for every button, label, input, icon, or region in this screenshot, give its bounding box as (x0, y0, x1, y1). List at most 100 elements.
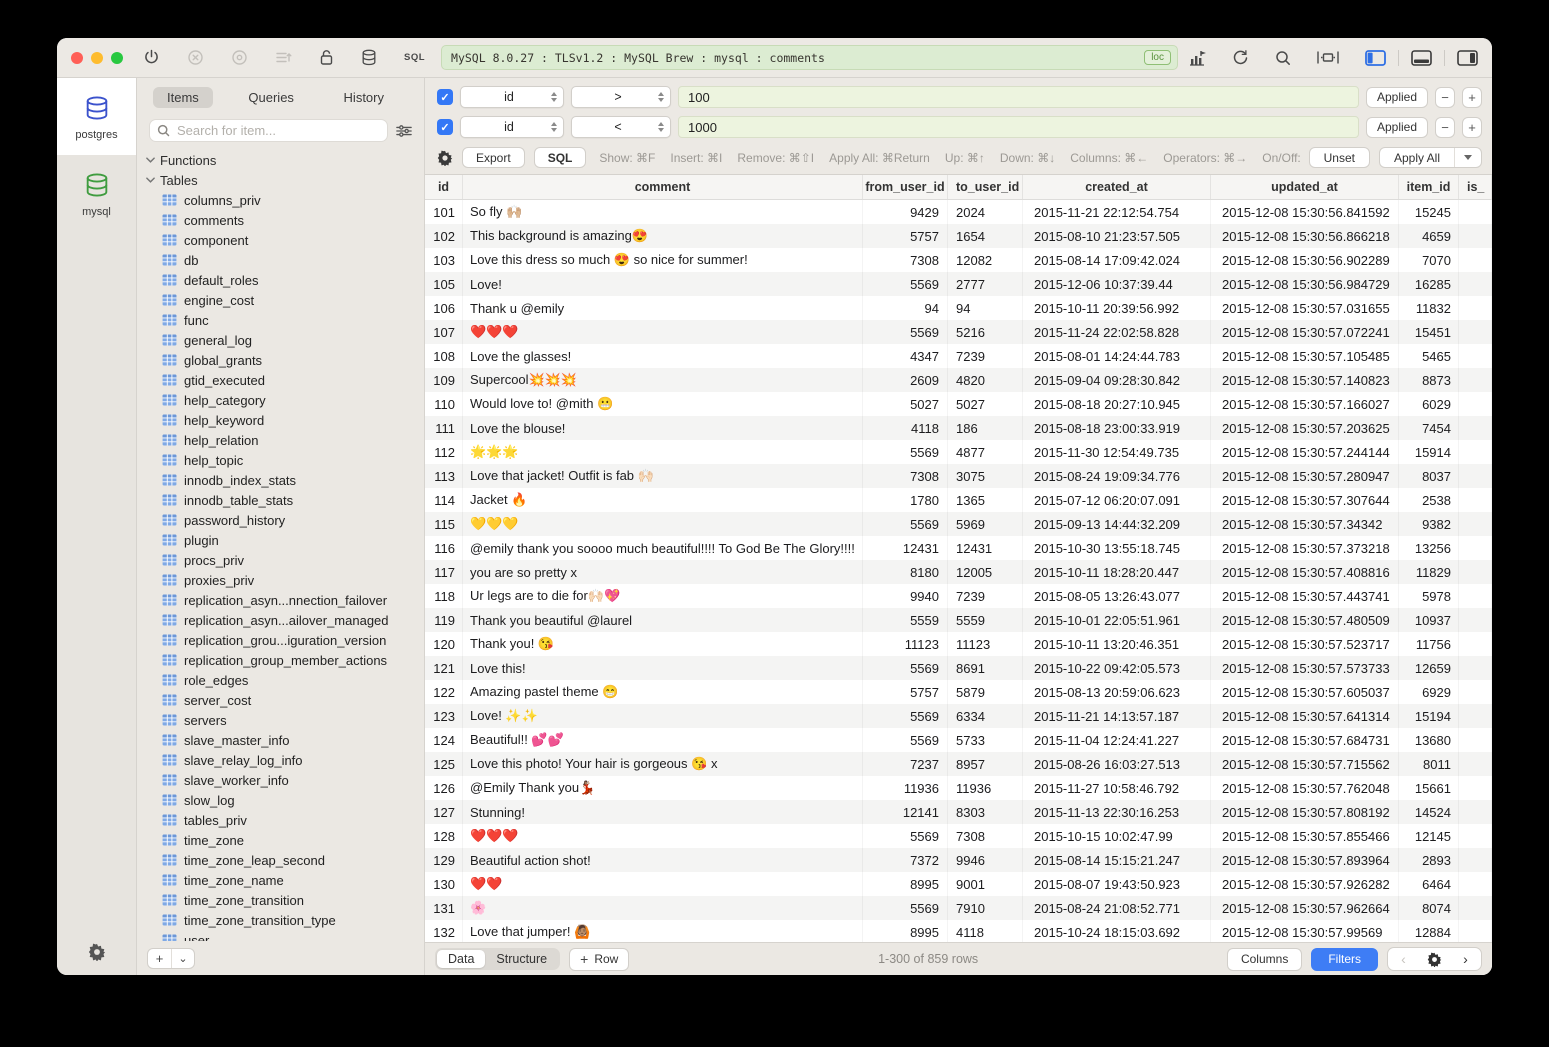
sidebar-table-item[interactable]: proxies_priv (137, 570, 424, 590)
cell-updated-at[interactable]: 2015-12-08 15:30:57.855466 (1211, 824, 1399, 848)
cell-to-user-id[interactable]: 5879 (948, 680, 1023, 704)
cell-from-user-id[interactable]: 7308 (863, 464, 948, 488)
sidebar-table-item[interactable]: time_zone_name (137, 870, 424, 890)
cell-to-user-id[interactable]: 2777 (948, 272, 1023, 296)
cell-is[interactable] (1459, 440, 1492, 464)
cell-comment[interactable]: 🌟🌟🌟 (463, 440, 863, 464)
column-header-comment[interactable]: comment (463, 175, 863, 199)
cell-item-id[interactable]: 15451 (1399, 320, 1459, 344)
cell-item-id[interactable]: 12659 (1399, 656, 1459, 680)
sidebar-table-item[interactable]: comments (137, 210, 424, 230)
cell-comment[interactable]: Thank u @emily (463, 296, 863, 320)
cell-id[interactable]: 113 (425, 464, 463, 488)
cell-id[interactable]: 125 (425, 752, 463, 776)
cell-comment[interactable]: Love the blouse! (463, 416, 863, 440)
cell-to-user-id[interactable]: 11936 (948, 776, 1023, 800)
column-header-id[interactable]: id (425, 175, 463, 199)
cell-comment[interactable]: Ur legs are to die for🙌🏻💖 (463, 584, 863, 608)
cell-item-id[interactable]: 11756 (1399, 632, 1459, 656)
cell-item-id[interactable]: 12884 (1399, 920, 1459, 942)
cell-to-user-id[interactable]: 5969 (948, 512, 1023, 536)
close-window-button[interactable] (71, 52, 83, 64)
cell-updated-at[interactable]: 2015-12-08 15:30:57.443741 (1211, 584, 1399, 608)
cell-comment[interactable]: Jacket 🔥 (463, 488, 863, 512)
tab-data[interactable]: Data (437, 950, 485, 968)
cell-from-user-id[interactable]: 5569 (863, 704, 948, 728)
cell-item-id[interactable]: 13256 (1399, 536, 1459, 560)
cell-is[interactable] (1459, 224, 1492, 248)
cell-updated-at[interactable]: 2015-12-08 15:30:57.408816 (1211, 560, 1399, 584)
column-header-from-user-id[interactable]: from_user_id (863, 175, 948, 199)
sidebar-table-item[interactable]: procs_priv (137, 550, 424, 570)
filter-column-select[interactable]: id (460, 116, 564, 138)
cell-comment[interactable]: Amazing pastel theme 😁 (463, 680, 863, 704)
cell-comment[interactable]: Beautiful!! 💕💕 (463, 728, 863, 752)
cell-created-at[interactable]: 2015-08-24 19:09:34.776 (1023, 464, 1211, 488)
cell-id[interactable]: 105 (425, 272, 463, 296)
cell-from-user-id[interactable]: 7308 (863, 248, 948, 272)
cell-comment[interactable]: ❤️❤️❤️ (463, 320, 863, 344)
cell-from-user-id[interactable]: 4347 (863, 344, 948, 368)
filter-applied-button[interactable]: Applied (1366, 87, 1428, 108)
cell-updated-at[interactable]: 2015-12-08 15:30:57.031655 (1211, 296, 1399, 320)
cell-item-id[interactable]: 5465 (1399, 344, 1459, 368)
cell-created-at[interactable]: 2015-09-04 09:28:30.842 (1023, 368, 1211, 392)
cell-id[interactable]: 120 (425, 632, 463, 656)
cell-id[interactable]: 131 (425, 896, 463, 920)
cell-is[interactable] (1459, 752, 1492, 776)
cell-id[interactable]: 101 (425, 200, 463, 224)
cell-is[interactable] (1459, 248, 1492, 272)
column-header-is[interactable]: is_ (1459, 175, 1492, 199)
sidebar-table-item[interactable]: columns_priv (137, 190, 424, 210)
cell-id[interactable]: 128 (425, 824, 463, 848)
cell-created-at[interactable]: 2015-11-04 12:24:41.227 (1023, 728, 1211, 752)
cell-is[interactable] (1459, 272, 1492, 296)
cell-to-user-id[interactable]: 5216 (948, 320, 1023, 344)
cell-updated-at[interactable]: 2015-12-08 15:30:57.573733 (1211, 656, 1399, 680)
lock-icon[interactable] (319, 49, 334, 66)
cell-item-id[interactable]: 12145 (1399, 824, 1459, 848)
search-icon[interactable] (1275, 50, 1291, 66)
filter-settings-gear-icon[interactable] (437, 150, 453, 166)
cell-item-id[interactable]: 14524 (1399, 800, 1459, 824)
cell-is[interactable] (1459, 344, 1492, 368)
cell-from-user-id[interactable]: 94 (863, 296, 948, 320)
cell-from-user-id[interactable]: 5569 (863, 896, 948, 920)
cell-is[interactable] (1459, 488, 1492, 512)
cell-id[interactable]: 112 (425, 440, 463, 464)
filter-operator-select[interactable]: > (571, 86, 671, 108)
cell-comment[interactable]: Thank you beautiful @laurel (463, 608, 863, 632)
cell-from-user-id[interactable]: 2609 (863, 368, 948, 392)
cell-to-user-id[interactable]: 12082 (948, 248, 1023, 272)
cell-is[interactable] (1459, 632, 1492, 656)
sidebar-table-item[interactable]: help_relation (137, 430, 424, 450)
cell-to-user-id[interactable]: 7308 (948, 824, 1023, 848)
cell-to-user-id[interactable]: 7239 (948, 344, 1023, 368)
cell-from-user-id[interactable]: 9940 (863, 584, 948, 608)
cell-updated-at[interactable]: 2015-12-08 15:30:57.893964 (1211, 848, 1399, 872)
cell-updated-at[interactable]: 2015-12-08 15:30:57.072241 (1211, 320, 1399, 344)
sql-preview-button[interactable]: SQL (534, 147, 587, 168)
sidebar-table-item[interactable]: password_history (137, 510, 424, 530)
cell-updated-at[interactable]: 2015-12-08 15:30:57.373218 (1211, 536, 1399, 560)
connection-mysql[interactable]: mysql (57, 155, 136, 232)
cell-is[interactable] (1459, 320, 1492, 344)
remove-filter-button[interactable]: − (1435, 87, 1455, 108)
cell-item-id[interactable]: 15245 (1399, 200, 1459, 224)
cell-item-id[interactable]: 8873 (1399, 368, 1459, 392)
search-input[interactable] (175, 122, 380, 139)
layout-left-panel-icon[interactable] (1365, 50, 1386, 66)
tab-items[interactable]: Items (153, 87, 213, 108)
cell-comment[interactable]: Would love to! @mith 😬 (463, 392, 863, 416)
filter-value-input[interactable] (678, 116, 1359, 138)
cell-updated-at[interactable]: 2015-12-08 15:30:57.105485 (1211, 344, 1399, 368)
sidebar-table-item[interactable]: innodb_index_stats (137, 470, 424, 490)
cell-created-at[interactable]: 2015-10-01 22:05:51.961 (1023, 608, 1211, 632)
sidebar-table-item[interactable]: user (137, 930, 424, 941)
cell-comment[interactable]: 💛💛💛 (463, 512, 863, 536)
cell-created-at[interactable]: 2015-08-26 16:03:27.513 (1023, 752, 1211, 776)
cell-from-user-id[interactable]: 11936 (863, 776, 948, 800)
columns-button[interactable]: Columns (1227, 948, 1302, 971)
cell-comment[interactable]: So fly 🙌🏼 (463, 200, 863, 224)
cell-updated-at[interactable]: 2015-12-08 15:30:57.166027 (1211, 392, 1399, 416)
